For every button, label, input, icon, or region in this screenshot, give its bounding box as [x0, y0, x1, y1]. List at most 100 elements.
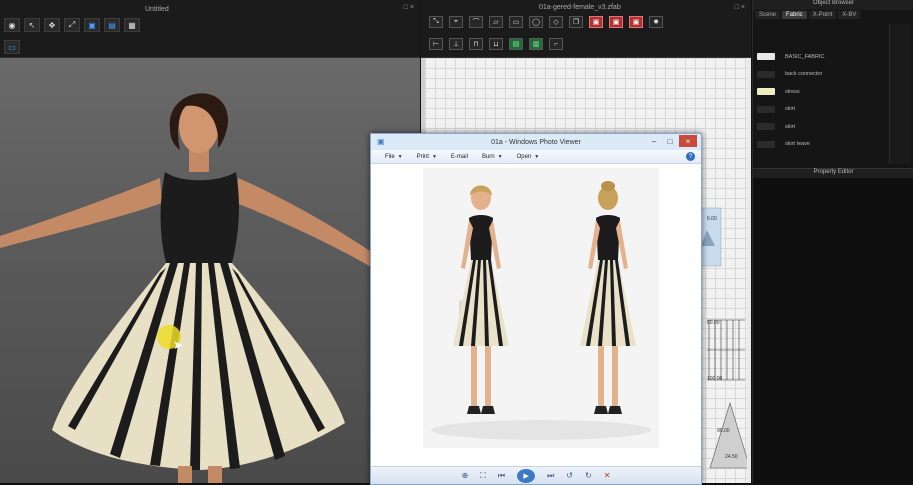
avatar-3d-model[interactable] [0, 58, 420, 483]
fabric-swatch [757, 105, 775, 113]
viewport-title: Untitled [145, 6, 169, 13]
chevron-down-icon: ▼ [534, 153, 540, 160]
settings-icon[interactable]: ✹ [649, 16, 663, 28]
rotate-right-icon[interactable]: ↻ [585, 471, 592, 480]
photo-viewer-navbar: ⊕ ⛶ ⏮ ▶ ⏭ ↺ ↻ ✕ [371, 466, 701, 484]
actual-size-icon[interactable]: ⛶ [480, 471, 486, 481]
list-item[interactable]: skirt leave [757, 136, 887, 154]
transform-pattern-icon[interactable]: ⤡ [429, 16, 443, 28]
property-editor-panel [753, 178, 913, 483]
menu-print[interactable]: Print ▼ [417, 154, 437, 160]
pin-icon[interactable]: ▥ [529, 38, 543, 50]
transform-tool-icon[interactable]: ⤢ [64, 18, 80, 32]
circle-icon[interactable]: ◯ [529, 16, 543, 28]
edit-curve-icon[interactable]: ⌒ [469, 16, 483, 28]
photo-viewer-titlebar[interactable]: ▣ 01a - Windows Photo Viewer – □ × [371, 134, 701, 150]
chevron-down-icon: ▼ [397, 153, 403, 160]
pattern-toolbar-row-1: ⤡ ⌖ ⌒ ▱ ▭ ◯ ◇ ❐ ▣ ▣ ▣ ✹ [429, 14, 663, 30]
pattern-measure-label: 6.00 [707, 216, 717, 222]
list-item[interactable]: back connector [757, 66, 887, 84]
segment-sewing-icon[interactable]: ▣ [589, 16, 603, 28]
maximize-button[interactable]: □ [663, 135, 677, 147]
close-button[interactable]: × [679, 135, 697, 147]
trace-icon[interactable]: ⊔ [489, 38, 503, 50]
window-controls: – □ × [647, 135, 697, 147]
fabric-name: skirt [785, 123, 796, 130]
pattern-measure-label: 100.00 [707, 376, 723, 382]
free-sewing-icon[interactable]: ▣ [609, 16, 623, 28]
select-tool-icon[interactable]: ↖ [24, 18, 40, 32]
arrange-icon[interactable]: ⌐ [549, 38, 563, 50]
menu-label: Print [416, 153, 429, 160]
dart-icon[interactable]: ◇ [549, 16, 563, 28]
menu-label: File [385, 153, 395, 160]
fabric-name: back connector [785, 71, 823, 78]
pattern-measure-label: 90.00 [717, 428, 730, 434]
property-editor-title: Property Editor [753, 168, 913, 178]
copy-icon[interactable]: ❐ [569, 16, 583, 28]
fabric-name: skirt leave [785, 141, 810, 148]
move-tool-icon[interactable]: ✥ [44, 18, 60, 32]
viewport-toolbar-row-2: ▭ [4, 38, 20, 56]
dress-bodice [160, 172, 239, 263]
menu-label: E-mail [450, 153, 468, 160]
polygon-icon[interactable]: ▱ [489, 16, 503, 28]
display-mode-icon[interactable]: ▭ [4, 40, 20, 54]
menu-file[interactable]: File ▼ [385, 154, 403, 160]
fabric-swatch [757, 70, 775, 78]
delete-icon[interactable]: ✕ [604, 471, 611, 480]
next-icon[interactable]: ⏭ [547, 471, 554, 481]
object-browser-title: Object Browser [753, 0, 913, 10]
list-item[interactable]: skirt [757, 101, 887, 119]
edit-sewing-icon[interactable]: ▣ [629, 16, 643, 28]
rectangle-icon[interactable]: ▭ [509, 16, 523, 28]
tab-scene[interactable]: Scene [755, 11, 781, 19]
pattern-piece-pleats [707, 319, 745, 381]
object-browser-scrollbar[interactable] [889, 24, 911, 164]
tab-fabric[interactable]: Fabric [782, 11, 807, 19]
avatar-view-icon[interactable]: ▣ [84, 18, 100, 32]
photo-viewer-window[interactable]: ▣ 01a - Windows Photo Viewer – □ × File ▼… [370, 133, 702, 485]
floor-shadow [431, 420, 651, 440]
fabric-name: stress [785, 88, 800, 95]
garment-view-icon[interactable]: ▤ [104, 18, 120, 32]
chevron-down-icon: ▼ [497, 153, 503, 160]
list-item[interactable]: stress [757, 83, 887, 101]
3d-viewport[interactable]: ◉ ↖ ✥ ⤢ ▣ ▤ ▦ ▭ Untitled □ × ➤ [0, 0, 420, 483]
fabric-swatch [757, 53, 775, 61]
pattern-window-title: 01a-gered-female_v3.zfab [539, 4, 621, 11]
pattern-window-buttons[interactable]: □ × [735, 4, 745, 11]
previous-icon[interactable]: ⏮ [498, 471, 505, 481]
camera-icon[interactable]: ◉ [4, 18, 20, 32]
fabric-swatch [757, 140, 775, 148]
pattern-measure-label: 24.50 [725, 454, 738, 460]
zoom-icon[interactable]: ⊕ [462, 471, 469, 480]
tab-x-bv[interactable]: X-BV [838, 11, 861, 19]
minimize-button[interactable]: – [647, 135, 661, 147]
texture-icon[interactable]: ▤ [509, 38, 523, 50]
tab-x-point[interactable]: X-Point [808, 11, 837, 19]
reference-photo [423, 168, 659, 448]
slideshow-play-icon[interactable]: ▶ [517, 468, 536, 483]
fabric-list: BASIC_FABRIC back connector stress skirt… [757, 48, 887, 153]
viewport-window-buttons[interactable]: □ × [404, 4, 414, 11]
menu-burn[interactable]: Burn ▼ [482, 154, 503, 160]
edit-point-icon[interactable]: ⌖ [449, 16, 463, 28]
menu-label: Open [516, 153, 532, 160]
fabric-swatch [757, 88, 775, 96]
internal-line-icon[interactable]: ⊢ [429, 38, 443, 50]
fold-icon[interactable]: ⊓ [469, 38, 483, 50]
help-icon[interactable]: ? [686, 152, 695, 161]
list-item[interactable]: skirt [757, 118, 887, 136]
right-arm [236, 178, 380, 270]
menu-open[interactable]: Open ▼ [517, 154, 540, 160]
object-browser-tabs: Scene Fabric X-Point X-BV [755, 11, 861, 19]
rotate-left-icon[interactable]: ↺ [566, 471, 573, 480]
viewport-toolbar: ◉ ↖ ✥ ⤢ ▣ ▤ ▦ ▭ Untitled □ × [0, 0, 420, 58]
notch-icon[interactable]: ⊥ [449, 38, 463, 50]
shading-icon[interactable]: ▦ [124, 18, 140, 32]
menu-email[interactable]: E-mail [451, 154, 468, 160]
list-item[interactable]: BASIC_FABRIC [757, 48, 887, 66]
left-leg [178, 466, 192, 483]
chevron-down-icon: ▼ [431, 153, 437, 160]
